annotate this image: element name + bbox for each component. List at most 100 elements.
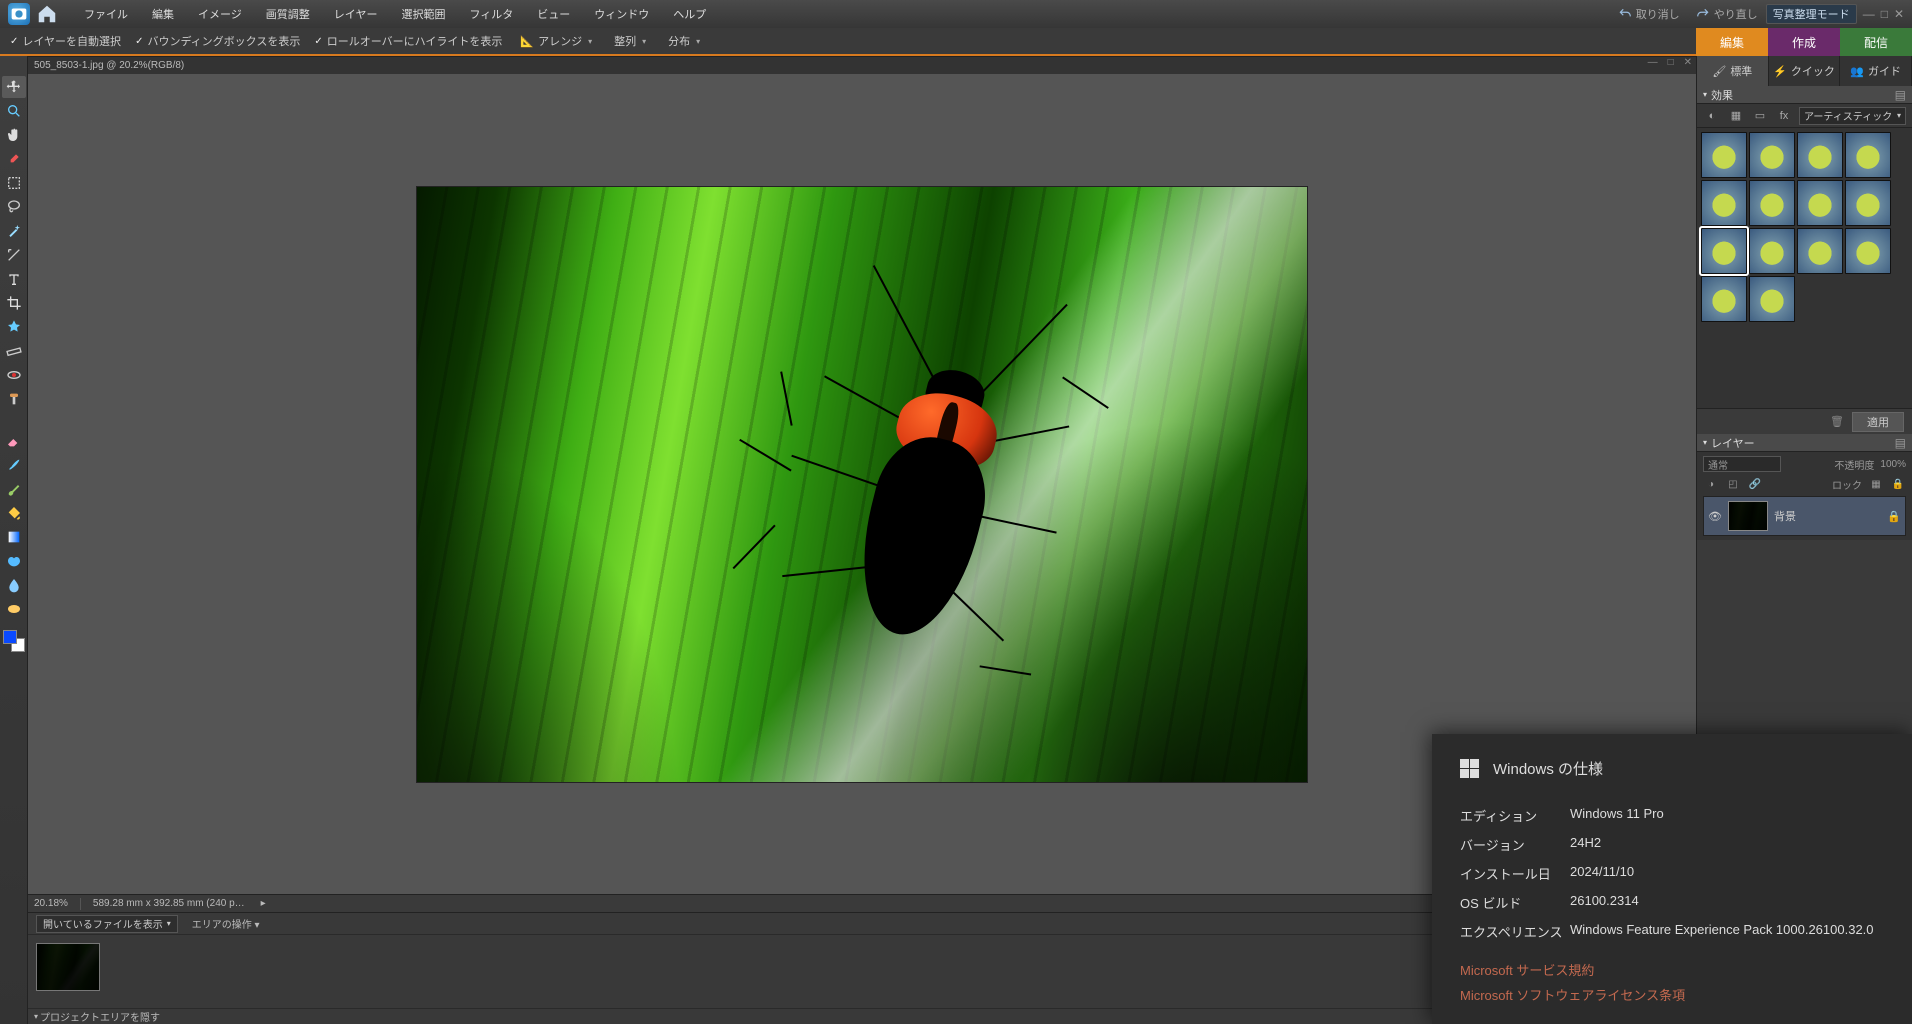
tab-quick[interactable]: ⚡クイック [1769, 56, 1841, 86]
menu-layer[interactable]: レイヤー [322, 6, 390, 22]
eyedropper-tool-icon[interactable] [2, 148, 26, 170]
lock-all-icon[interactable]: 🔒 [1890, 476, 1906, 492]
undo-button[interactable]: 取り消し [1610, 6, 1688, 22]
trash-icon[interactable]: 🗑 [1830, 415, 1844, 428]
redeye-tool-icon[interactable] [2, 364, 26, 386]
fx-photo-icon[interactable]: ▭ [1751, 107, 1769, 125]
status-menu-icon[interactable]: ▸ [261, 898, 266, 909]
link-layers-icon[interactable]: 🔗 [1747, 476, 1763, 492]
layer-name[interactable]: 背景 [1774, 508, 1796, 524]
healing-brush-tool-icon[interactable] [2, 388, 26, 410]
opt-align-dropdown[interactable]: 整列 [610, 33, 650, 49]
effect-thumb[interactable] [1701, 228, 1747, 274]
redo-button[interactable]: やり直し [1688, 6, 1766, 22]
window-maximize-icon[interactable]: □ [1881, 7, 1888, 21]
menu-image[interactable]: イメージ [186, 6, 254, 22]
blur-tool-icon[interactable] [2, 574, 26, 596]
gradient-tool-icon[interactable] [2, 526, 26, 548]
lock-pixels-icon[interactable]: ▦ [1868, 476, 1884, 492]
menu-enhance[interactable]: 画質調整 [254, 6, 322, 22]
effect-thumb[interactable] [1749, 276, 1795, 322]
document-tab[interactable]: 505_8503-1.jpg @ 20.2%(RGB/8) — □ ✕ [28, 56, 1696, 74]
visibility-icon[interactable]: 👁 [1708, 510, 1722, 523]
menu-file[interactable]: ファイル [72, 6, 140, 22]
menu-edit[interactable]: 編集 [140, 6, 186, 22]
fx-all-icon[interactable]: fx [1775, 107, 1793, 125]
effect-thumb[interactable] [1749, 228, 1795, 274]
marquee-tool-icon[interactable] [2, 172, 26, 194]
new-adjustment-layer-icon[interactable]: ◑ [1703, 476, 1719, 492]
organizer-mode-button[interactable]: 写真整理モード [1766, 4, 1857, 24]
window-close-icon[interactable]: ✕ [1894, 7, 1904, 21]
doc-minimize-icon[interactable]: — [1646, 57, 1660, 68]
layers-panel-header[interactable]: レイヤー ▤ [1697, 434, 1912, 452]
shape-tool-icon[interactable] [2, 550, 26, 572]
hand-tool-icon[interactable] [2, 124, 26, 146]
window-minimize-icon[interactable]: — [1863, 7, 1875, 21]
move-tool-icon[interactable] [2, 76, 26, 98]
straighten-tool-icon[interactable] [2, 340, 26, 362]
opt-show-bounding-box[interactable]: バウンディングボックスを表示 [135, 33, 300, 49]
effects-category-dropdown[interactable]: アーティスティック [1799, 107, 1906, 125]
smart-brush-tool-icon[interactable] [2, 478, 26, 500]
eraser-tool-icon[interactable] [2, 430, 26, 452]
app-icon[interactable] [8, 3, 30, 25]
tab-guided[interactable]: 👥ガイド [1840, 56, 1912, 86]
effect-thumb[interactable] [1845, 228, 1891, 274]
layer-thumbnail[interactable] [1728, 501, 1768, 531]
panel-menu-icon[interactable]: ▤ [1895, 88, 1906, 102]
effect-thumb[interactable] [1845, 180, 1891, 226]
apply-button[interactable]: 適用 [1852, 412, 1904, 432]
menu-view[interactable]: ビュー [525, 6, 582, 22]
magic-wand-tool-icon[interactable] [2, 220, 26, 242]
doc-close-icon[interactable]: ✕ [1682, 57, 1694, 68]
layer-mask-icon[interactable]: ◰ [1725, 476, 1741, 492]
canvas[interactable] [417, 187, 1307, 782]
mode-tab-edit[interactable]: 編集 [1696, 28, 1768, 56]
status-zoom[interactable]: 20.18% [34, 898, 68, 909]
bin-view-dropdown[interactable]: 開いているファイルを表示 [36, 915, 178, 933]
mode-tab-share[interactable]: 配信 [1840, 28, 1912, 56]
effect-thumb[interactable] [1797, 228, 1843, 274]
panel-menu-icon[interactable]: ▤ [1895, 436, 1906, 450]
zoom-tool-icon[interactable] [2, 100, 26, 122]
fx-style-icon[interactable]: ▦ [1727, 107, 1745, 125]
quick-select-tool-icon[interactable] [2, 244, 26, 266]
color-swatches[interactable] [3, 630, 25, 652]
crop-tool-icon[interactable] [2, 292, 26, 314]
blend-mode-dropdown[interactable]: 通常 [1703, 456, 1781, 472]
home-icon[interactable] [36, 3, 58, 25]
opt-rollover-highlight[interactable]: ロールオーバーにハイライトを表示 [314, 33, 502, 49]
effect-thumb[interactable] [1749, 180, 1795, 226]
paint-bucket-tool-icon[interactable] [2, 502, 26, 524]
effect-thumb[interactable] [1797, 180, 1843, 226]
opt-auto-select-layer[interactable]: レイヤーを自動選択 [10, 33, 121, 49]
doc-maximize-icon[interactable]: □ [1666, 57, 1676, 68]
effects-panel-header[interactable]: 効果 ▤ [1697, 86, 1912, 104]
menu-help[interactable]: ヘルプ [661, 6, 718, 22]
effect-thumb[interactable] [1701, 276, 1747, 322]
effect-thumb[interactable] [1845, 132, 1891, 178]
effect-thumb[interactable] [1701, 132, 1747, 178]
layer-row-background[interactable]: 👁 背景 🔒 [1703, 496, 1906, 536]
opt-distribute-dropdown[interactable]: 分布 [664, 33, 704, 49]
opt-arrange-dropdown[interactable]: 📐アレンジ [516, 33, 596, 49]
effect-thumb[interactable] [1701, 180, 1747, 226]
cookie-cutter-tool-icon[interactable] [2, 316, 26, 338]
menu-select[interactable]: 選択範囲 [389, 6, 457, 22]
opacity-value[interactable]: 100% [1880, 459, 1906, 470]
type-tool-icon[interactable] [2, 268, 26, 290]
menu-window[interactable]: ウィンドウ [582, 6, 661, 22]
bin-area-ops-label[interactable]: エリアの操作 ▾ [192, 916, 260, 931]
menu-filter[interactable]: フィルタ [457, 6, 525, 22]
tab-standard[interactable]: 🖌標準 [1697, 56, 1769, 86]
ms-license-terms-link[interactable]: Microsoft ソフトウェアライセンス条項 [1460, 985, 1884, 1004]
mode-tab-create[interactable]: 作成 [1768, 28, 1840, 56]
lasso-tool-icon[interactable] [2, 196, 26, 218]
sponge-tool-icon[interactable] [2, 598, 26, 620]
effect-thumb[interactable] [1749, 132, 1795, 178]
foreground-color-swatch[interactable] [3, 630, 17, 644]
fx-filter-icon[interactable]: ◐ [1703, 107, 1721, 125]
ms-service-terms-link[interactable]: Microsoft サービス規約 [1460, 960, 1884, 979]
brush-tool-icon[interactable] [2, 454, 26, 476]
